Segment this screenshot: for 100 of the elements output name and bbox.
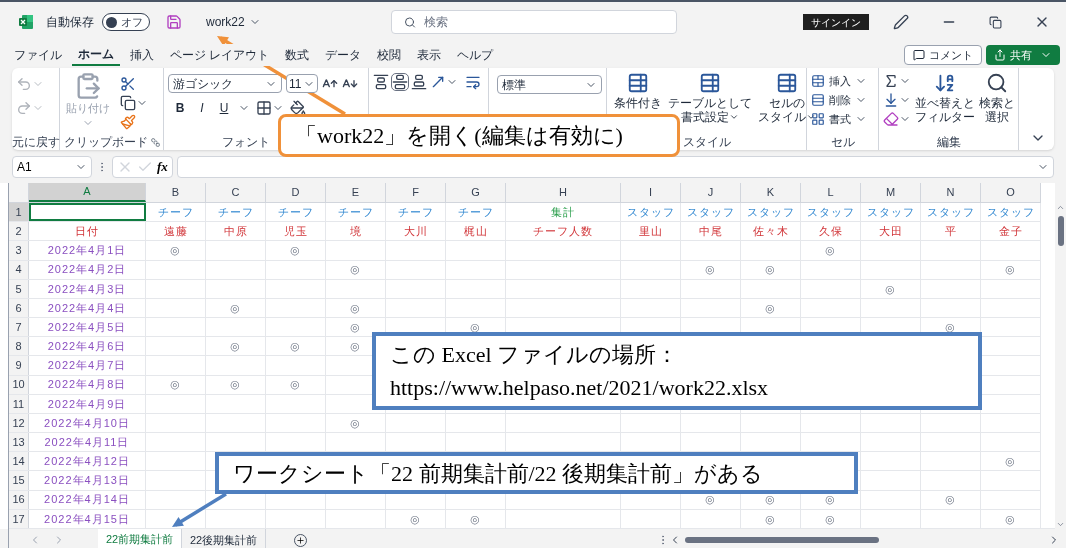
row-header[interactable]: 14 <box>9 452 29 471</box>
row-header[interactable]: 13 <box>9 433 29 452</box>
find-select-button[interactable]: 検索と 選択 <box>979 72 1015 124</box>
table-cell-text: 大川 <box>403 224 428 239</box>
pen-icon[interactable] <box>893 14 909 30</box>
scroll-down-icon <box>1056 520 1065 529</box>
table-cell-text: 日付 <box>75 224 99 239</box>
table-cell-text: 2022年4月7日 <box>47 358 127 374</box>
font-size-select[interactable]: 11 <box>286 74 318 93</box>
sort-icon <box>934 72 956 94</box>
table-cell-text: スタッフ <box>806 204 855 220</box>
font-name-select[interactable]: 游ゴシック <box>168 74 282 93</box>
fill-color-icon[interactable] <box>290 100 306 116</box>
align-bottom-icon[interactable] <box>411 74 427 90</box>
autosum-button[interactable] <box>883 73 911 89</box>
cells-button[interactable]: 挿入 <box>811 73 867 89</box>
style-button[interactable]: 条件付き <box>611 72 665 110</box>
table-cell-text: スタッフ <box>986 204 1035 220</box>
sort-filter-button[interactable]: 並べ替えと フィルター <box>915 72 975 124</box>
comment-button[interactable]: コメント <box>904 45 982 65</box>
table-cell-text: 平 <box>944 224 957 239</box>
column-header[interactable]: K <box>741 183 801 202</box>
dialog-launcher-icon[interactable] <box>151 137 160 147</box>
copy-button[interactable] <box>120 95 148 111</box>
column-header[interactable]: E <box>326 183 386 202</box>
column-header[interactable]: M <box>861 183 921 202</box>
scrollbar-thumb[interactable] <box>1057 216 1064 246</box>
table-cell-text: 2022年4月3日 <box>47 281 127 297</box>
search-box[interactable]: 検索 <box>390 10 677 34</box>
sheet-tab[interactable]: 22前期集計前 <box>98 529 182 548</box>
table-cell-text: スタッフ <box>866 204 915 220</box>
cells-button[interactable]: 書式 <box>811 111 867 127</box>
table-cell-text: ◎ <box>1005 262 1016 278</box>
number-format-select[interactable]: 標準 <box>497 75 602 94</box>
scroll-up-icon <box>1056 203 1065 212</box>
formula-input[interactable] <box>176 156 1054 178</box>
table-cell-text: ◎ <box>1005 511 1016 527</box>
scrollbar-thumb[interactable] <box>685 537 879 543</box>
row-header[interactable]: 2 <box>9 222 29 241</box>
cells-button[interactable]: 削除 <box>811 92 867 108</box>
table-cell-text: 境 <box>349 224 362 239</box>
table-cell-text: 2022年4月14日 <box>44 492 130 508</box>
wrap-text-icon[interactable] <box>465 74 481 90</box>
diagonal-arrow-icon <box>430 74 446 90</box>
restore-icon[interactable] <box>989 15 1002 29</box>
borders-icon <box>256 100 272 116</box>
table-cell-text: ◎ <box>350 319 361 335</box>
search-icon <box>403 15 416 29</box>
fill-button[interactable] <box>883 92 911 108</box>
bold-button[interactable]: B <box>172 99 188 117</box>
name-box[interactable]: A1 <box>12 156 92 178</box>
comment-icon <box>913 49 925 61</box>
clear-button[interactable] <box>883 111 911 127</box>
autosave-toggle[interactable]: オフ <box>102 13 150 31</box>
table-cell-text: チーフ <box>217 204 254 220</box>
table-cell-text: ◎ <box>765 300 776 316</box>
orientation-button[interactable] <box>430 74 458 90</box>
column-header[interactable]: O <box>981 183 1041 202</box>
table-cell-text: 2022年4月8日 <box>47 377 127 393</box>
table-cell-text: ◎ <box>945 492 956 508</box>
cut-icon[interactable] <box>120 76 136 92</box>
italic-button[interactable]: I <box>194 99 210 117</box>
file-name-button[interactable]: work22 <box>202 13 265 31</box>
row-header[interactable]: 8 <box>9 337 29 356</box>
sheet-tab[interactable]: 22後期集計前 <box>182 529 266 548</box>
selected-cell[interactable] <box>29 203 146 222</box>
borders-button[interactable] <box>256 100 284 116</box>
column-header[interactable]: F <box>386 183 446 202</box>
insert-function-button[interactable]: fx <box>157 157 168 177</box>
table-cell-text: ◎ <box>825 243 836 259</box>
column-header[interactable]: D <box>266 183 326 202</box>
style-button[interactable]: テーブルとして 書式設定 <box>665 72 755 124</box>
column-header[interactable]: B <box>146 183 206 202</box>
column-header[interactable]: A <box>29 183 146 202</box>
align-middle-icon[interactable] <box>392 74 408 90</box>
callout-text: この Excel ファイルの場所： <box>390 341 680 369</box>
table-cell-text: 佐々木 <box>752 224 789 239</box>
column-header[interactable]: L <box>801 183 861 202</box>
underline-button[interactable]: U <box>216 99 232 117</box>
row-header[interactable]: 7 <box>9 318 29 337</box>
column-header[interactable]: J <box>681 183 741 202</box>
column-header[interactable]: H <box>506 183 621 202</box>
search-field[interactable]: 検索 <box>423 13 664 31</box>
search-icon <box>986 72 1008 94</box>
column-header[interactable]: G <box>446 183 506 202</box>
table-cell-text: 2022年4月9日 <box>47 396 127 412</box>
table-cell-text: 2022年4月13日 <box>44 473 130 489</box>
share-button[interactable]: 共有 <box>986 45 1060 65</box>
group-label: 編集 <box>936 134 961 151</box>
align-top-icon[interactable] <box>373 74 389 90</box>
signin-button[interactable]: サインイン <box>803 14 869 30</box>
table-cell-text: スタッフ <box>746 204 795 220</box>
column-header[interactable]: C <box>206 183 266 202</box>
save-icon[interactable] <box>166 14 182 30</box>
row-header[interactable]: 15 <box>9 471 29 490</box>
column-header[interactable]: N <box>921 183 981 202</box>
row-header[interactable]: 3 <box>9 241 29 260</box>
row-header[interactable]: 9 <box>9 356 29 375</box>
table-cell-text: チーフ <box>397 204 434 220</box>
column-header[interactable]: I <box>621 183 681 202</box>
